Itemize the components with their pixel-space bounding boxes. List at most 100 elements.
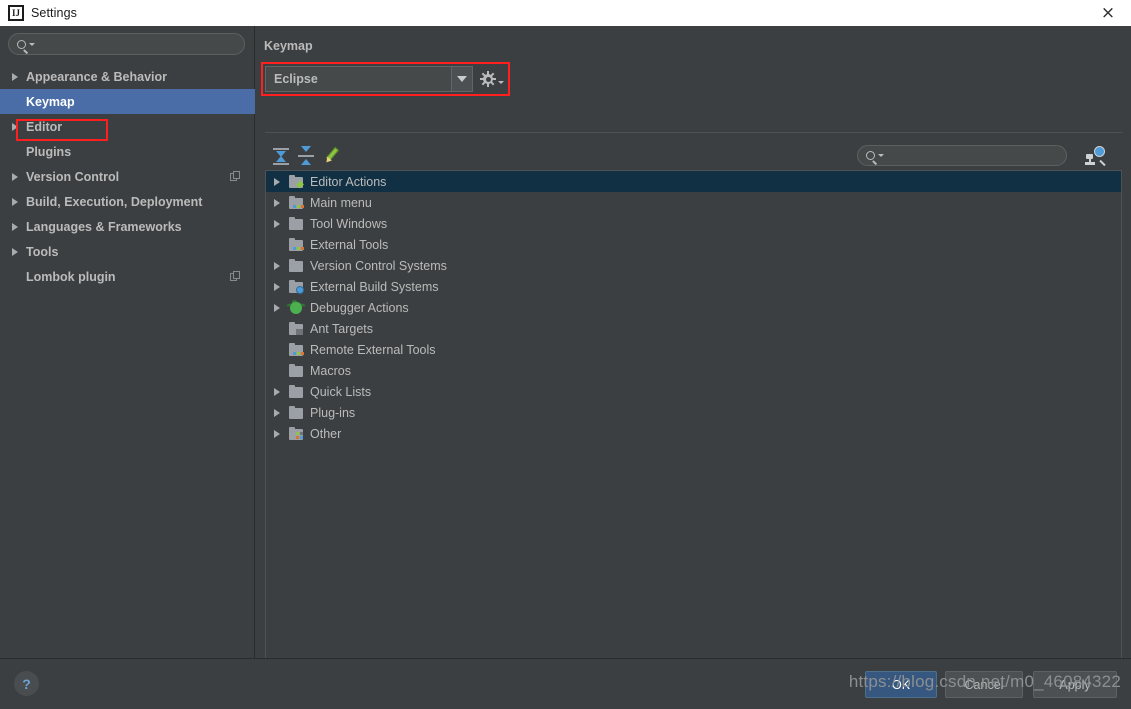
sidebar-item-version-control[interactable]: Version Control	[0, 164, 255, 189]
tree-row[interactable]: Macros	[266, 360, 1121, 381]
window-title: Settings	[31, 6, 77, 20]
folder-build-icon	[288, 279, 304, 294]
chevron-right-icon[interactable]	[274, 177, 280, 186]
chevron-right-icon[interactable]	[274, 261, 280, 270]
sidebar-item-list: Appearance & Behavior Keymap Editor Plug…	[0, 64, 255, 289]
folder-icon	[288, 216, 304, 231]
folder-icon	[288, 258, 304, 273]
sidebar-item-label: Lombok plugin	[26, 269, 116, 284]
keymap-settings-pane: Keymap Eclipse Editor Actions Main menu …	[256, 26, 1131, 673]
sidebar-item-label: Appearance & Behavior	[26, 69, 168, 84]
dialog-footer: ? OK Cancel Apply https://blog.csdn.net/…	[0, 658, 1131, 709]
project-scope-icon	[230, 171, 241, 182]
keymap-action-tree[interactable]: Editor Actions Main menu Tool Windows Ex…	[265, 170, 1122, 673]
tree-row-label: External Build Systems	[310, 279, 439, 294]
sidebar-item-label: Build, Execution, Deployment	[26, 194, 203, 209]
settings-sidebar: Appearance & Behavior Keymap Editor Plug…	[0, 26, 255, 658]
tree-row[interactable]: External Build Systems	[266, 276, 1121, 297]
chevron-down-icon	[498, 80, 504, 84]
close-icon[interactable]: ×	[1085, 0, 1131, 26]
tree-row[interactable]: Debugger Actions	[266, 297, 1121, 318]
tree-row-label: Ant Targets	[310, 321, 374, 336]
sidebar-search-input[interactable]	[8, 33, 245, 55]
tree-row-label: Version Control Systems	[310, 258, 447, 273]
tree-row[interactable]: Plug-ins	[266, 402, 1121, 423]
tree-row-label: External Tools	[310, 237, 389, 252]
tree-row[interactable]: Main menu	[266, 192, 1121, 213]
sidebar-item-label: Version Control	[26, 169, 120, 184]
project-scope-icon	[230, 271, 241, 282]
sidebar-item-label: Editor	[26, 119, 63, 134]
folder-editor-icon	[288, 174, 304, 189]
chevron-right-icon	[12, 122, 18, 131]
folder-ant-icon	[288, 321, 304, 336]
keymap-select[interactable]: Eclipse	[265, 66, 452, 92]
folder-icon	[288, 405, 304, 420]
sidebar-item-label: Plugins	[26, 144, 72, 159]
chevron-right-icon[interactable]	[274, 387, 280, 396]
chevron-right-icon	[12, 247, 18, 256]
tree-row[interactable]: Remote External Tools	[266, 339, 1121, 360]
sidebar-item-lombok-plugin[interactable]: Lombok plugin	[0, 264, 255, 289]
search-icon	[866, 151, 884, 160]
folder-icon	[288, 363, 304, 378]
tree-row-label: Quick Lists	[310, 384, 372, 399]
sidebar-item-editor[interactable]: Editor	[0, 114, 255, 139]
sidebar-item-languages-frameworks[interactable]: Languages & Frameworks	[0, 214, 255, 239]
folder-other-icon	[288, 426, 304, 441]
window-titlebar: IJ Settings ×	[0, 0, 1131, 26]
find-by-shortcut-icon[interactable]	[1085, 146, 1106, 167]
chevron-right-icon	[12, 197, 18, 206]
edit-shortcut-icon[interactable]	[321, 145, 343, 167]
tree-row-label: Macros	[310, 363, 351, 378]
apply-button[interactable]: Apply	[1033, 671, 1117, 698]
chevron-right-icon	[12, 172, 18, 181]
folder-tools-icon	[288, 237, 304, 252]
gear-icon[interactable]	[480, 68, 511, 90]
keymap-search-input[interactable]	[857, 145, 1067, 166]
tree-row[interactable]: Quick Lists	[266, 381, 1121, 402]
tree-row-label: Debugger Actions	[310, 300, 409, 315]
tree-row[interactable]: Ant Targets	[266, 318, 1121, 339]
search-icon	[17, 39, 35, 49]
tree-row-label: Editor Actions	[310, 174, 387, 189]
tree-row-label: Plug-ins	[310, 405, 356, 420]
tree-row[interactable]: Tool Windows	[266, 213, 1121, 234]
expand-all-icon[interactable]	[270, 145, 292, 167]
keymap-select-value: Eclipse	[274, 72, 318, 86]
tree-row-label: Main menu	[310, 195, 372, 210]
sidebar-item-keymap[interactable]: Keymap	[0, 89, 255, 114]
collapse-all-icon[interactable]	[295, 145, 317, 167]
tree-row[interactable]: Other	[266, 423, 1121, 444]
chevron-right-icon[interactable]	[274, 429, 280, 438]
section-divider	[265, 132, 1122, 133]
help-icon[interactable]: ?	[14, 671, 39, 696]
chevron-down-icon[interactable]	[452, 66, 473, 92]
tree-row[interactable]: Editor Actions	[266, 171, 1121, 192]
sidebar-item-label: Languages & Frameworks	[26, 219, 182, 234]
chevron-right-icon[interactable]	[274, 408, 280, 417]
sidebar-item-build-execution-deployment[interactable]: Build, Execution, Deployment	[0, 189, 255, 214]
chevron-right-icon[interactable]	[274, 219, 280, 228]
keymap-tree-toolbar	[265, 142, 1122, 170]
tree-row-label: Remote External Tools	[310, 342, 436, 357]
tree-row-label: Tool Windows	[310, 216, 388, 231]
chevron-right-icon[interactable]	[274, 198, 280, 207]
sidebar-item-plugins[interactable]: Plugins	[0, 139, 255, 164]
sidebar-item-label: Keymap	[26, 94, 75, 109]
ok-button[interactable]: OK	[865, 671, 937, 698]
tree-row-label: Other	[310, 426, 342, 441]
chevron-right-icon[interactable]	[274, 303, 280, 312]
tree-row[interactable]: External Tools	[266, 234, 1121, 255]
chevron-right-icon[interactable]	[274, 282, 280, 291]
chevron-right-icon	[12, 72, 18, 81]
cancel-button[interactable]: Cancel	[945, 671, 1023, 698]
chevron-right-icon	[12, 222, 18, 231]
sidebar-item-label: Tools	[26, 244, 59, 259]
dialog-body: Appearance & Behavior Keymap Editor Plug…	[0, 26, 1131, 709]
page-title: Keymap	[264, 39, 313, 53]
folder-tools-icon	[288, 342, 304, 357]
sidebar-item-appearance-behavior[interactable]: Appearance & Behavior	[0, 64, 255, 89]
sidebar-item-tools[interactable]: Tools	[0, 239, 255, 264]
tree-row[interactable]: Version Control Systems	[266, 255, 1121, 276]
